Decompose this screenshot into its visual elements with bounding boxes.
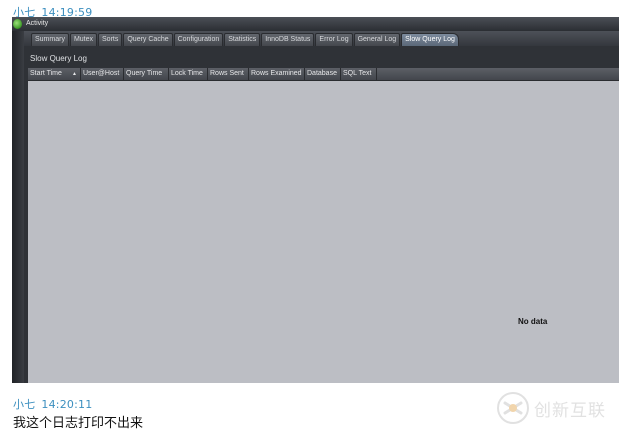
tab-sorts[interactable]: Sorts <box>98 33 123 46</box>
window-titlebar: Activity <box>12 17 619 31</box>
watermark-brand: 创新互联 <box>534 401 606 421</box>
panel-title: Slow Query Log <box>30 54 87 63</box>
message-header: 小七 14:20:11 <box>13 396 92 412</box>
app-icon <box>13 19 22 29</box>
sort-ascending-icon: ▲ <box>72 71 77 77</box>
message-time: 14:20:11 <box>41 398 93 411</box>
tab-innodb-status[interactable]: InnoDB Status <box>261 33 315 46</box>
sender-name[interactable]: 小七 <box>13 398 35 411</box>
column-header-lock-time[interactable]: Lock Time <box>169 68 208 80</box>
watermark: 创新互联 <box>496 391 626 425</box>
column-header-database[interactable]: Database <box>305 68 341 80</box>
empty-message: No data <box>518 317 548 326</box>
tab-mutex[interactable]: Mutex <box>69 33 98 46</box>
tab-slow-query-log[interactable]: Slow Query Log <box>401 33 459 46</box>
column-header-rows-sent[interactable]: Rows Sent <box>208 68 249 80</box>
column-header-sql-text[interactable]: SQL Text <box>341 68 377 80</box>
grid-body[interactable] <box>28 81 619 383</box>
tab-summary[interactable]: Summary <box>31 33 69 46</box>
tab-error-log[interactable]: Error Log <box>315 33 353 46</box>
tab-configuration[interactable]: Configuration <box>173 33 224 46</box>
grid-header: Start Time ▲ User@Host Query Time Lock Time R… <box>28 68 619 81</box>
tab-query-cache[interactable]: Query Cache <box>123 33 173 46</box>
column-header-start-time[interactable]: Start Time ▲ <box>28 68 81 80</box>
left-rail <box>12 31 24 383</box>
column-header-user-host[interactable]: User@Host <box>81 68 124 80</box>
tab-statistics[interactable]: Statistics <box>224 33 261 46</box>
screenshot-image[interactable]: Activity Summary Mutex Sorts Query Cache… <box>12 17 619 383</box>
slow-query-log-panel: Slow Query Log Start Time ▲ User@Host Query… <box>24 46 619 383</box>
column-header-query-time[interactable]: Query Time <box>124 68 169 80</box>
brand-logo-icon <box>497 392 529 424</box>
message-text: 我这个日志打印不出来 <box>13 416 144 431</box>
column-header-rows-examined[interactable]: Rows Examined <box>249 68 305 80</box>
tab-general-log[interactable]: General Log <box>353 33 401 46</box>
window-title: Activity <box>26 20 49 27</box>
tab-bar: Summary Mutex Sorts Query Cache Configur… <box>24 31 619 46</box>
